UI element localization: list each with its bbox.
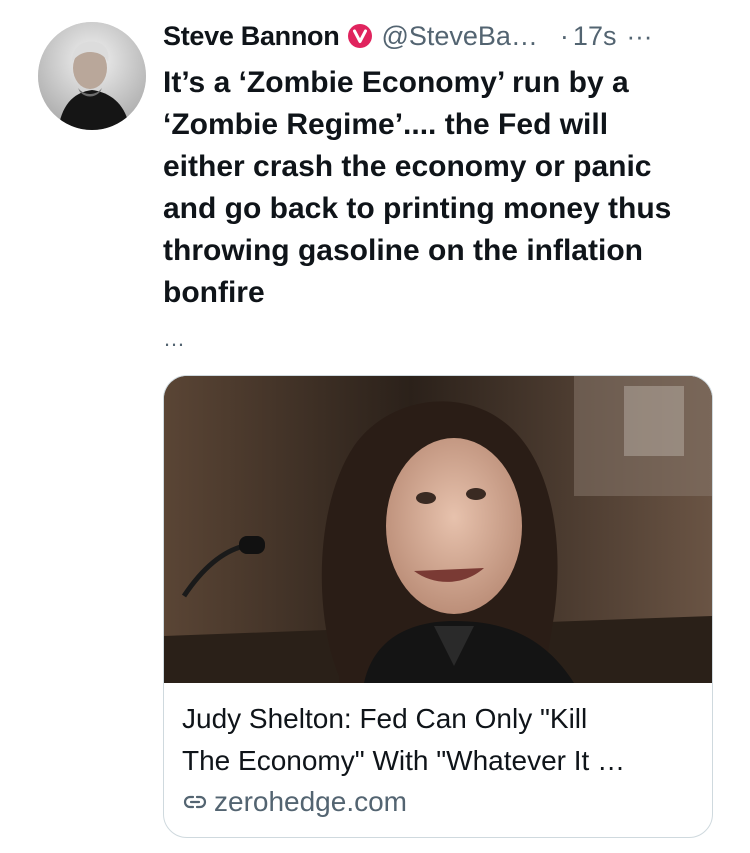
separator-dot: · <box>559 20 569 51</box>
card-domain-text: zerohedge.com <box>214 786 408 817</box>
show-more-ellipsis[interactable]: … <box>163 326 185 352</box>
card-thumbnail-image <box>164 376 712 683</box>
avatar-photo <box>38 22 146 130</box>
author-handle[interactable]: @SteveBa… <box>381 21 537 52</box>
tweet-text: It’s a ‘Zombie Economy’ run by a ‘Zombie… <box>163 66 672 309</box>
tweet-header: Steve Bannon @SteveBa… · 17s ··· <box>163 14 730 58</box>
author-name[interactable]: Steve Bannon <box>163 21 340 52</box>
link-preview-card[interactable]: Judy Shelton: Fed Can Only "Kill The Eco… <box>163 375 713 838</box>
link-icon <box>183 795 207 809</box>
card-domain: zerohedge.com <box>182 786 407 818</box>
card-photo <box>164 376 712 683</box>
tweet-timestamp[interactable]: 17s <box>573 21 617 52</box>
verified-badge-icon <box>348 24 373 48</box>
more-options-icon[interactable]: ··· <box>626 21 652 52</box>
author-avatar[interactable] <box>38 22 146 130</box>
card-title: Judy Shelton: Fed Can Only "Kill The Eco… <box>182 703 626 776</box>
